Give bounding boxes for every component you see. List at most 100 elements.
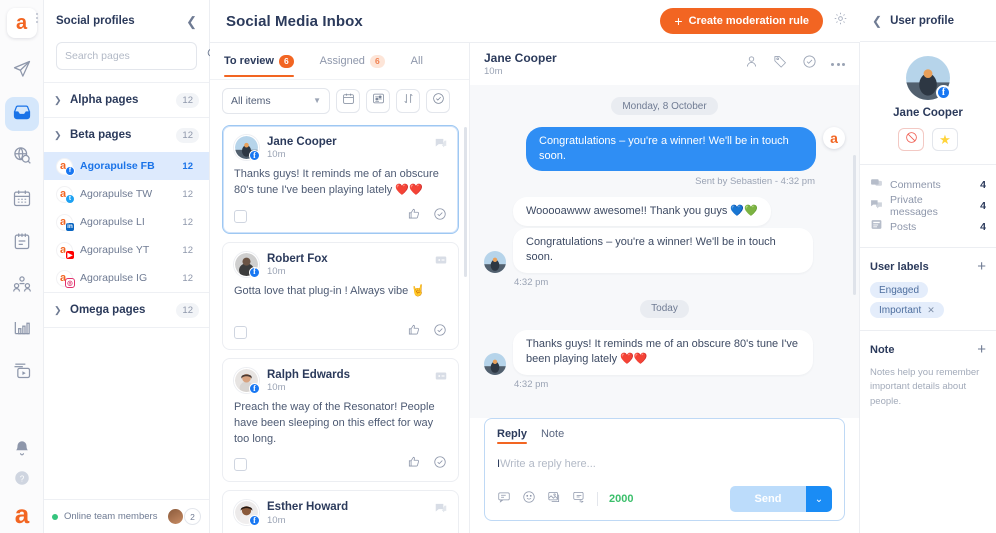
search-input[interactable] xyxy=(65,50,200,62)
message-list[interactable]: f Jane Cooper 10m Thanks guys! It remind… xyxy=(210,121,469,533)
message-meta: Sent by Sebastien - 4:32 pm xyxy=(695,175,815,187)
nav-calendar[interactable] xyxy=(5,183,39,217)
like-icon[interactable] xyxy=(407,323,421,342)
stat-posts[interactable]: Posts 4 xyxy=(870,216,986,237)
reply-input[interactable]: IWrite a reply here... xyxy=(497,458,832,470)
create-moderation-rule-button[interactable]: + Create moderation rule xyxy=(660,8,823,34)
check-circle-icon[interactable] xyxy=(802,54,817,74)
list-item[interactable]: f Robert Fox 10m Gotta love that plug-in… xyxy=(222,241,459,350)
sidebar-group-omega-pages[interactable]: ❯ Omega pages 12 xyxy=(44,292,209,327)
profile-count: 12 xyxy=(182,272,193,284)
sidebar-profile-agorapulse-ig[interactable]: a ◎ Agorapulse IG 12 xyxy=(44,264,209,292)
nav-publishing[interactable] xyxy=(5,54,39,88)
message-thread[interactable]: Monday, 8 October Congratulations – you'… xyxy=(470,85,859,418)
search-pages-box[interactable] xyxy=(56,42,218,70)
sidebar-group-beta-pages[interactable]: ❯ Beta pages 12 xyxy=(44,117,209,152)
send-button[interactable]: Send xyxy=(730,486,806,512)
comment-icon xyxy=(870,176,883,194)
favorite-button[interactable]: ★ xyxy=(932,128,958,151)
agorapulse-logo[interactable]: a xyxy=(15,501,29,527)
gear-icon[interactable] xyxy=(833,11,848,31)
tag-icon[interactable] xyxy=(773,54,788,74)
message-incoming: Thanks guys! It reminds me of an obscure… xyxy=(484,329,845,375)
label-chip[interactable]: Important ✕ xyxy=(870,302,944,318)
question-circle-icon[interactable]: ? xyxy=(13,469,31,492)
avatar: f xyxy=(234,500,260,527)
label-chip[interactable]: Engaged xyxy=(870,282,929,298)
sidebar-group-alpha-pages[interactable]: ❯ Alpha pages 12 xyxy=(44,82,209,117)
nav-reports[interactable] xyxy=(5,312,39,346)
tab-all[interactable]: All xyxy=(411,43,423,79)
image-icon[interactable] xyxy=(547,490,561,509)
nav-media-library[interactable] xyxy=(5,355,39,389)
sidebar-profile-agorapulse-fb[interactable]: a f Agorapulse FB 12 xyxy=(44,152,209,180)
avatar: a t xyxy=(56,185,75,204)
tab-assigned[interactable]: Assigned 6 xyxy=(320,43,385,79)
tab-label: All xyxy=(410,55,423,67)
user-labels-list: Engaged Important ✕ xyxy=(870,282,986,318)
remove-label-icon[interactable]: ✕ xyxy=(927,305,935,316)
chevron-left-icon[interactable]: ❮ xyxy=(872,14,882,28)
group-label: Omega pages xyxy=(70,304,146,316)
like-icon[interactable] xyxy=(407,207,421,226)
search-wrap xyxy=(44,42,218,82)
nav-team[interactable] xyxy=(5,269,39,303)
composer-tab-reply[interactable]: Reply xyxy=(497,428,527,444)
gif-icon[interactable] xyxy=(572,490,586,509)
list-item[interactable]: f Jane Cooper 10m Thanks guys! It remind… xyxy=(222,125,459,234)
bar-chart-icon xyxy=(12,317,32,342)
online-team-members[interactable]: Online team members 2 xyxy=(44,499,209,533)
tab-to-review[interactable]: To review 6 xyxy=(224,43,294,79)
advanced-filter-button[interactable] xyxy=(366,88,390,113)
thread-scrollbar[interactable] xyxy=(853,155,856,295)
items-filter-select[interactable]: All items ▼ xyxy=(222,87,330,114)
add-label-button[interactable]: + xyxy=(977,259,986,274)
nav-notes[interactable] xyxy=(5,226,39,260)
nav-inbox[interactable] xyxy=(4,97,39,131)
app-logo[interactable]: a xyxy=(6,8,37,38)
send-options-chevron-down-icon[interactable]: ⌄ xyxy=(806,486,832,512)
nav-listening[interactable] xyxy=(5,140,39,174)
saved-replies-icon[interactable] xyxy=(497,490,511,509)
stat-label: Private messages xyxy=(890,193,938,218)
facebook-badge-icon: f xyxy=(65,165,75,176)
composer-tab-note[interactable]: Note xyxy=(541,428,564,444)
page-header: Social Media Inbox + Create moderation r… xyxy=(210,0,860,42)
more-icon[interactable] xyxy=(831,62,845,66)
date-filter-button[interactable] xyxy=(336,88,360,113)
emoji-icon[interactable] xyxy=(522,490,536,509)
check-circle-icon[interactable] xyxy=(433,323,447,342)
bell-icon[interactable] xyxy=(13,439,31,462)
reply-composer: Reply Note IWrite a reply here... 2000 S… xyxy=(484,418,845,521)
list-item[interactable]: f Esther Howard 10m xyxy=(222,490,459,533)
block-button[interactable] xyxy=(898,128,924,151)
profile-user-block: f Jane Cooper ★ xyxy=(860,42,996,165)
chevron-left-icon[interactable]: ❮ xyxy=(186,15,197,28)
list-item-checkbox[interactable] xyxy=(234,209,247,223)
sort-button[interactable] xyxy=(396,88,420,113)
sidebar-profile-agorapulse-li[interactable]: a in Agorapulse LI 12 xyxy=(44,208,209,236)
add-note-button[interactable]: + xyxy=(977,342,986,357)
reply-placeholder: Write a reply here... xyxy=(500,458,596,470)
sidebar-profile-agorapulse-yt[interactable]: a ▶ Agorapulse YT 12 xyxy=(44,236,209,264)
check-circle-icon[interactable] xyxy=(433,207,447,226)
list-item-header: f Jane Cooper 10m xyxy=(234,135,447,162)
message-text: Thanks guys! It reminds me of an obscure… xyxy=(513,329,813,375)
stat-comments[interactable]: Comments 4 xyxy=(870,174,986,195)
list-item-checkbox[interactable] xyxy=(234,325,247,339)
message-incoming: Wooooawww awesome!! Thank you guys 💙💚 xyxy=(484,196,845,227)
sidebar-profile-agorapulse-tw[interactable]: a t Agorapulse TW 12 xyxy=(44,180,209,208)
check-circle-icon[interactable] xyxy=(433,455,447,474)
day-divider: Today xyxy=(640,299,689,318)
person-icon[interactable] xyxy=(744,54,759,74)
globe-search-icon xyxy=(12,145,32,170)
media-library-icon xyxy=(12,360,32,385)
rail-drag-handle[interactable] xyxy=(36,13,38,23)
like-icon[interactable] xyxy=(407,455,421,474)
list-item-checkbox[interactable] xyxy=(234,458,247,472)
mark-reviewed-button[interactable] xyxy=(426,88,450,113)
list-scrollbar[interactable] xyxy=(464,127,467,277)
plus-icon: + xyxy=(674,13,683,29)
stat-private-messages[interactable]: Private messages 4 xyxy=(870,193,986,218)
list-item[interactable]: f Ralph Edwards 10m Preach the way of th… xyxy=(222,357,459,483)
